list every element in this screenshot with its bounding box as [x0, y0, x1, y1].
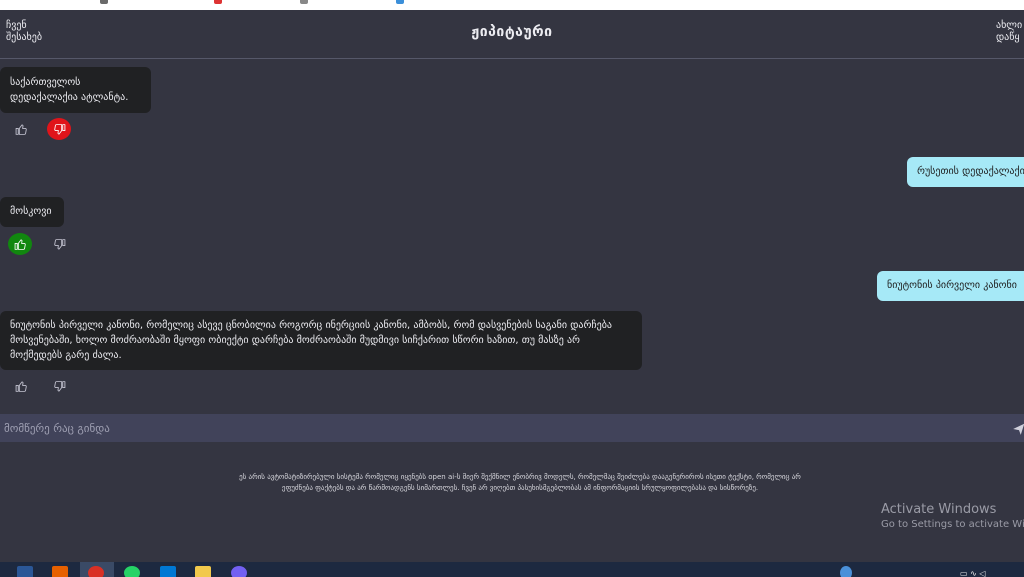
app-icon[interactable] [52, 566, 68, 577]
dislike-button[interactable] [47, 233, 71, 255]
watermark-subtitle: Go to Settings to activate Win [881, 519, 1024, 530]
chrome-icon[interactable] [88, 566, 104, 577]
user-message: რუსეთის დედაქალაქი [907, 157, 1024, 187]
browser-icon [214, 0, 222, 4]
activate-windows-watermark: Activate Windows Go to Settings to activ… [881, 501, 1024, 532]
user-message: ნიუტონის პირველი კანონი [877, 271, 1024, 301]
thumbs-up-icon [14, 238, 26, 250]
disclaimer-text: ეს არის ავტომატიზირებული სისტემა რომელიც… [239, 473, 801, 492]
message-composer [0, 414, 1024, 442]
app-icon[interactable] [17, 566, 33, 577]
bot-message: საქართველოს დედაქალაქია ატლანტა. [0, 67, 151, 113]
new-chat-link[interactable]: ახლი დაწყ [996, 20, 1022, 44]
app-header: ჩვენ შესახებ ჟიპიტაური ახლი დაწყ [0, 10, 1024, 59]
bot-message: ნიუტონის პირველი კანონი, რომელიც ასევე ც… [0, 311, 642, 370]
windows-taskbar: ▭ ∿ ◁ [0, 562, 1024, 577]
browser-icon [300, 0, 308, 4]
browser-icon [100, 0, 108, 4]
tray-icons[interactable]: ▭ ∿ ◁ [960, 569, 986, 577]
new-chat-line2: დაწყ [996, 32, 1020, 43]
thumbs-down-icon [53, 123, 65, 135]
send-icon[interactable] [1012, 422, 1024, 436]
weather-icon[interactable] [840, 566, 852, 577]
browser-chrome-strip [0, 0, 1024, 10]
thumbs-up-icon [15, 380, 27, 392]
like-button[interactable] [9, 375, 33, 397]
bot-message: მოსკოვი [0, 197, 64, 227]
dislike-button[interactable] [47, 375, 71, 397]
folder-icon[interactable] [195, 566, 211, 577]
thumbs-up-icon [15, 123, 27, 135]
thumbs-down-icon [53, 380, 65, 392]
watermark-title: Activate Windows [881, 502, 997, 517]
new-chat-line1: ახლი [996, 20, 1023, 31]
thumbs-down-icon [53, 238, 65, 250]
like-button[interactable] [9, 118, 33, 140]
like-button-active[interactable] [8, 233, 32, 255]
dislike-button-active[interactable] [47, 118, 71, 140]
whatsapp-icon[interactable] [124, 566, 140, 577]
browser-icon [396, 0, 404, 4]
app-title: ჟიპიტაური [471, 24, 553, 40]
message-input[interactable] [0, 414, 1000, 442]
viber-icon[interactable] [231, 566, 247, 577]
outlook-icon[interactable] [160, 566, 176, 577]
